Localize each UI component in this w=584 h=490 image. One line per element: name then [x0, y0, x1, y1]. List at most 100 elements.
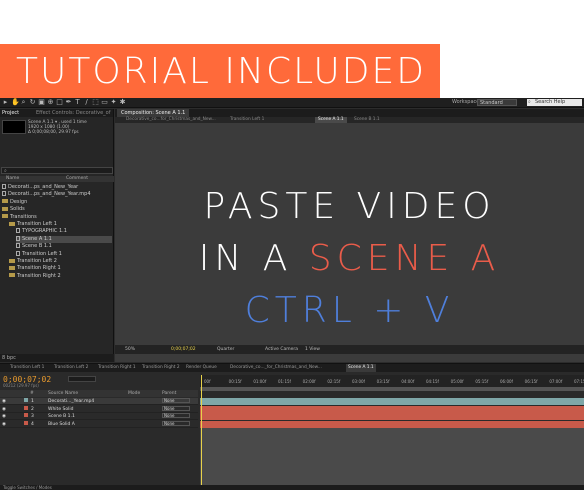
label-color-swatch[interactable]: [24, 398, 28, 402]
timeline-tab[interactable]: Scene A 1.1: [346, 364, 376, 372]
file-icon: [16, 250, 20, 256]
pan-behind-tool-icon[interactable]: ⊕: [47, 99, 54, 106]
layer-row[interactable]: ◉ 1 Decorati..._Year.mp4 None: [0, 398, 198, 405]
layer-duration-bar[interactable]: [200, 413, 584, 420]
timeline-tab[interactable]: Transition Right 1: [96, 364, 138, 372]
column-comment[interactable]: Comment: [66, 176, 88, 181]
layer-name[interactable]: Blue Solid A: [48, 421, 75, 428]
project-item[interactable]: Transition Right 2: [9, 273, 112, 280]
ruler-tick-label: 07:15f: [574, 379, 584, 384]
overlay-line-2-white: IN A: [198, 238, 309, 279]
folder-icon: [2, 214, 8, 219]
visibility-eye-icon[interactable]: ◉: [2, 398, 6, 405]
ruler-tick-label: 03:00f: [352, 379, 365, 384]
label-color-swatch[interactable]: [24, 420, 28, 425]
project-item[interactable]: Transition Left 2: [9, 258, 112, 265]
project-item-label: Decorati...ps_and_New_Year.mp4: [8, 191, 91, 198]
project-item[interactable]: Decorati...ps_and_New_Year: [2, 184, 112, 191]
ruler-tick-label: 04:00f: [401, 379, 415, 384]
camera-tool-icon[interactable]: ▣: [38, 99, 45, 106]
pen-tool-icon[interactable]: ✒: [65, 99, 72, 106]
tab-composition[interactable]: Composition: Scene A 1.1: [117, 109, 190, 117]
tab-effect-controls[interactable]: Effect Controls: Decorative_of: [36, 109, 111, 117]
column-name[interactable]: Name: [6, 176, 19, 181]
eraser-tool-icon[interactable]: ▭: [101, 99, 108, 106]
timeline-empty-area: [200, 428, 584, 485]
layer-duration-bar[interactable]: [200, 420, 584, 428]
mask-tool-icon[interactable]: □: [56, 99, 63, 106]
timeline-tab[interactable]: Transition Left 2: [52, 364, 90, 372]
visibility-eye-icon[interactable]: ◉: [2, 413, 6, 420]
layer-name[interactable]: Decorati..._Year.mp4: [48, 398, 94, 405]
tab-project[interactable]: Project: [2, 109, 19, 117]
type-tool-icon[interactable]: T: [74, 99, 81, 106]
visibility-eye-icon[interactable]: ◉: [2, 421, 6, 428]
composition-viewer[interactable]: PASTE VIDEO IN A SCENE A CTRL + V 50% 0;…: [115, 123, 584, 354]
banner-text: TUTORIAL INCLUDED: [16, 50, 426, 92]
timeline-tab[interactable]: Render Queue: [184, 364, 219, 372]
parent-select[interactable]: None: [162, 413, 190, 418]
time-ruler[interactable]: 00f 00:15f 01:00f 01:15f 02:00f 02:15f 03:00f 0…: [200, 375, 584, 387]
layer-name[interactable]: White Solid: [48, 406, 73, 413]
timeline-panel: Transition Left 1 Transition Left 2 Transi…: [0, 363, 584, 490]
layer-name[interactable]: Scene B 1.1: [48, 413, 75, 420]
ruler-tick-label: 00:15f: [228, 379, 242, 384]
project-item[interactable]: Transition Left 1: [16, 250, 112, 258]
toggle-switches-modes[interactable]: Toggle Switches / Modes: [3, 485, 52, 490]
ruler-tick-label: 01:15f: [278, 379, 291, 384]
project-item[interactable]: Transition Left 1: [9, 221, 112, 228]
work-area-bar[interactable]: [200, 387, 584, 391]
layer-row[interactable]: ◉ 3 Scene B 1.1 None: [0, 413, 198, 420]
label-color-swatch[interactable]: [24, 405, 28, 410]
parent-select[interactable]: None: [162, 405, 190, 411]
roto-tool-icon[interactable]: ✦: [110, 99, 117, 106]
clone-tool-icon[interactable]: ⬚: [92, 99, 99, 106]
project-item[interactable]: Scene B 1.1: [16, 243, 112, 250]
resolution-select[interactable]: Quarter: [217, 345, 234, 354]
search-help-input[interactable]: ⌕ Search Help: [527, 99, 582, 106]
folder-icon: [9, 265, 15, 270]
project-item[interactable]: TYPOGRAPHIC 1.1: [16, 228, 112, 235]
brush-tool-icon[interactable]: /: [83, 99, 90, 106]
timeline-tab[interactable]: Decorative_co..._for_Christmas_and_New..…: [228, 364, 324, 372]
project-item[interactable]: Solids: [2, 206, 112, 213]
rotate-tool-icon[interactable]: ↻: [29, 99, 36, 106]
zoom-select[interactable]: 50%: [125, 345, 135, 354]
layer-number: 2: [31, 406, 34, 412]
project-item[interactable]: Scene A 1.1: [16, 235, 112, 243]
timeline-tab[interactable]: Transition Right 2: [140, 364, 182, 372]
timeline-search-input[interactable]: [68, 376, 96, 382]
layer-duration-bar[interactable]: [200, 405, 584, 413]
puppet-tool-icon[interactable]: ✱: [119, 99, 126, 106]
project-item[interactable]: Transition Right 1: [9, 265, 112, 272]
project-search-input[interactable]: ⌕: [1, 167, 113, 174]
parent-select[interactable]: None: [162, 398, 190, 403]
layer-number: 3: [31, 414, 34, 419]
project-item-label: Decorati...ps_and_New_Year: [8, 184, 79, 190]
parent-select[interactable]: None: [162, 420, 190, 426]
zoom-tool-icon[interactable]: ⌕: [20, 99, 27, 106]
layer-row[interactable]: ◉ 4 Blue Solid A None: [0, 420, 198, 428]
playhead[interactable]: [201, 375, 202, 485]
workspace-select[interactable]: Standard: [477, 99, 517, 106]
label-color-swatch[interactable]: [24, 413, 28, 417]
bpc-label[interactable]: 8 bpc: [2, 355, 16, 361]
timeline-tab[interactable]: Transition Left 1: [8, 364, 46, 372]
project-item[interactable]: Transitions: [2, 214, 112, 221]
project-item-label: Solids: [10, 206, 25, 213]
layer-duration-bar[interactable]: [200, 398, 584, 405]
visibility-eye-icon[interactable]: ◉: [2, 406, 6, 413]
search-icon: ⌕: [528, 99, 531, 105]
selection-tool-icon[interactable]: ▸: [2, 99, 9, 106]
composition-tabs: Composition: Scene A 1.1: [115, 109, 584, 117]
views-select[interactable]: 1 View: [305, 345, 320, 354]
viewer-timecode[interactable]: 0;00;07;02: [171, 345, 196, 354]
project-item[interactable]: Decorati...ps_and_New_Year.mp4: [2, 191, 112, 198]
project-item[interactable]: Design: [2, 199, 112, 206]
layer-row[interactable]: ◉ 2 White Solid None: [0, 405, 198, 413]
project-footer: 8 bpc: [0, 354, 114, 362]
hand-tool-icon[interactable]: ✋: [11, 99, 20, 106]
project-panel-tabs: Project Effect Controls: Decorative_of: [0, 109, 113, 117]
camera-select[interactable]: Active Camera: [265, 345, 298, 354]
file-icon: [16, 243, 20, 249]
